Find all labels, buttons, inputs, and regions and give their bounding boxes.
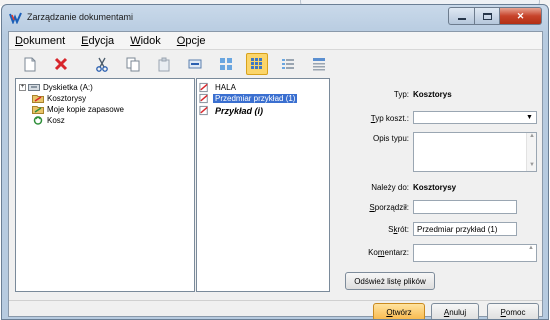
estimate-file-icon: [199, 82, 208, 93]
rename-button[interactable]: [184, 53, 206, 75]
menu-widok[interactable]: Widok: [130, 35, 161, 47]
delete-icon: [54, 57, 68, 71]
tree-item-moje-kopie[interactable]: Moje kopie zapasowe: [32, 104, 124, 114]
file-item-label: Przykład (i): [215, 105, 264, 116]
refresh-file-list-button[interactable]: Odśwież listę plików: [345, 272, 435, 290]
minimize-button[interactable]: [448, 7, 474, 25]
short-name-label: Skrót:: [388, 225, 409, 234]
paste-icon: [158, 57, 170, 71]
document-manager-window: Zarządzanie dokumentami ✕ Dokument Edycj…: [1, 4, 549, 320]
scroll-up-icon[interactable]: ▲: [526, 245, 536, 261]
app-logo-icon: [9, 12, 22, 24]
cost-type-dropdown[interactable]: ▼: [413, 111, 537, 124]
new-doc-icon: [24, 57, 36, 71]
tree-item-label: Kosztorysy: [47, 93, 87, 103]
scrollbar[interactable]: ▲ ▼: [526, 133, 536, 171]
title-bar[interactable]: Zarządzanie dokumentami ✕: [2, 5, 548, 31]
author-label: Sporządził:: [369, 203, 409, 212]
type-description-textarea[interactable]: ▲ ▼: [413, 132, 537, 172]
estimate-file-icon: [199, 105, 208, 116]
details-view-button[interactable]: [308, 53, 330, 75]
tree-item-label: Dyskietka (A:): [43, 82, 93, 92]
menu-edycja[interactable]: Edycja: [81, 35, 114, 47]
new-document-button[interactable]: [19, 53, 41, 75]
comment-label: Komentarz:: [368, 248, 409, 257]
floppy-drive-icon: [28, 83, 40, 91]
client-area: Dokument Edycja Widok Opcje + Dyskietka …: [8, 31, 543, 319]
maximize-icon: [482, 12, 492, 20]
paste-button[interactable]: [153, 53, 175, 75]
belongs-to-value: Kosztorysy: [413, 183, 457, 192]
chevron-down-icon[interactable]: ▼: [524, 113, 535, 122]
estimate-file-icon: [199, 93, 208, 104]
copy-icon: [126, 57, 140, 71]
author-input[interactable]: [413, 200, 517, 214]
small-icons-view-button[interactable]: [246, 53, 268, 75]
estimates-folder-icon: [32, 94, 44, 103]
close-icon: ✕: [516, 10, 525, 21]
type-value: Kosztorys: [413, 90, 452, 99]
tree-item-label: Kosz: [47, 115, 65, 125]
folder-tree[interactable]: + Dyskietka (A:) Kosztorysy Moje kopie z…: [15, 78, 195, 292]
divider: [9, 300, 542, 301]
cancel-button[interactable]: Anuluj: [431, 303, 479, 319]
menu-bar: Dokument Edycja Widok Opcje: [9, 32, 542, 50]
details-view-icon: [313, 58, 325, 71]
file-item-label: Przedmiar przykład (1): [213, 94, 298, 103]
tree-item-kosztorysy[interactable]: Kosztorysy: [32, 93, 86, 103]
tree-item-label: Moje kopie zapasowe: [47, 104, 124, 114]
scroll-up-icon[interactable]: ▲: [527, 133, 536, 142]
tree-item-dyskietka[interactable]: + Dyskietka (A:): [19, 82, 93, 92]
file-item-hala[interactable]: HALA: [199, 82, 238, 93]
menu-opcje[interactable]: Opcje: [177, 35, 206, 47]
file-item-label: HALA: [215, 83, 236, 92]
maximize-button[interactable]: [474, 7, 499, 25]
rename-icon: [188, 59, 202, 69]
cost-type-label: Typ koszt.:: [370, 114, 409, 123]
copy-button[interactable]: [122, 53, 144, 75]
toolbar: [9, 51, 542, 77]
backup-folder-icon: [32, 105, 44, 114]
close-button[interactable]: ✕: [499, 7, 542, 25]
large-icons-view-button[interactable]: [215, 53, 237, 75]
file-list[interactable]: HALA Przedmiar przykład (1) Przykład (i): [196, 78, 330, 292]
cut-icon: [96, 57, 108, 72]
short-name-input[interactable]: Przedmiar przykład (1): [413, 222, 517, 236]
cut-button[interactable]: [91, 53, 113, 75]
comment-textarea[interactable]: [413, 244, 537, 262]
caption-buttons: ✕: [448, 7, 542, 25]
scroll-down-icon[interactable]: ▼: [527, 162, 536, 171]
menu-dokument[interactable]: Dokument: [15, 35, 65, 47]
list-view-button[interactable]: [277, 53, 299, 75]
large-icons-view-icon: [220, 58, 232, 70]
small-icons-view-icon: [251, 58, 262, 69]
file-item-przyklad[interactable]: Przykład (i): [199, 105, 265, 116]
recycle-bin-icon: [33, 115, 43, 125]
tree-item-kosz[interactable]: Kosz: [32, 115, 65, 125]
type-description-label: Opis typu:: [372, 134, 409, 143]
file-item-przedmiar[interactable]: Przedmiar przykład (1): [199, 93, 298, 104]
delete-button[interactable]: [50, 53, 72, 75]
list-view-icon: [282, 59, 294, 69]
belongs-to-label: Należy do:: [371, 183, 409, 192]
help-button[interactable]: Pomoc: [487, 303, 539, 319]
window-title: Zarządzanie dokumentami: [27, 12, 134, 22]
expand-icon[interactable]: +: [19, 83, 26, 91]
open-button[interactable]: Otwórz: [373, 303, 425, 319]
minimize-icon: [457, 18, 466, 20]
type-label: Typ:: [393, 90, 409, 99]
